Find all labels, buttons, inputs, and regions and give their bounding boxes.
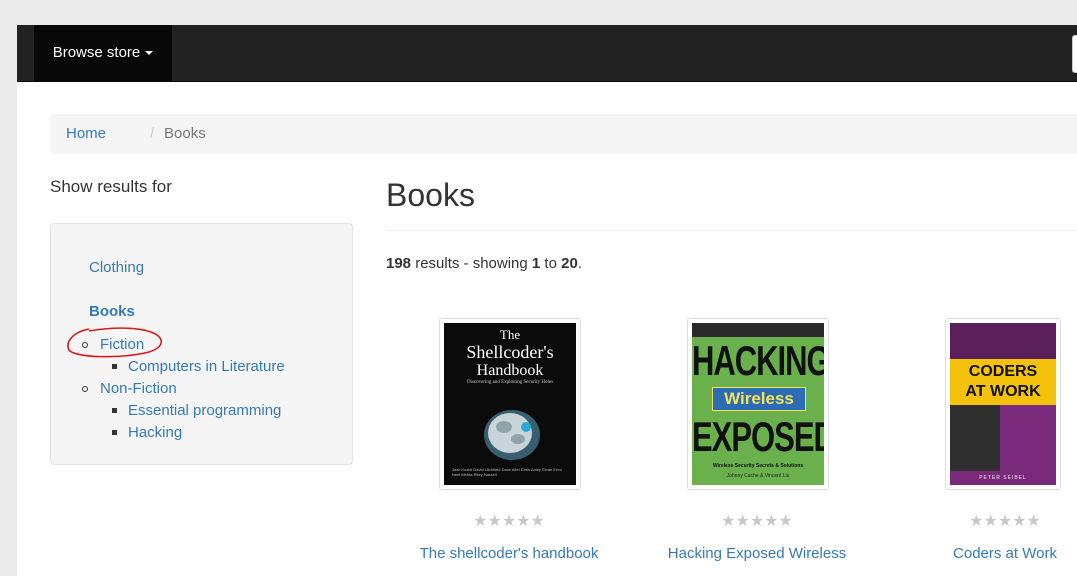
category-link-computers-in-literature[interactable]: Computers in Literature	[128, 358, 285, 375]
product-cover-link[interactable]: CODERS AT WORK PETER SEIBEL	[945, 318, 1061, 490]
breadcrumb-current: Books	[164, 125, 206, 142]
product-title-link[interactable]: Coders at Work	[880, 545, 1077, 562]
product-card: CODERS AT WORK PETER SEIBEL ★★★★★ Coders…	[880, 318, 1077, 576]
sidebar-title: Show results for	[50, 177, 172, 196]
product-cover-link[interactable]: The Shellcoder's Handbook Discovering an…	[439, 318, 581, 490]
circle-bullet-icon	[82, 386, 88, 392]
result-text-1: results - showing	[411, 255, 532, 272]
cover-line-1: The	[499, 327, 521, 342]
cover-word-1: HACKING	[692, 337, 824, 385]
browse-store-label: Browse store	[52, 44, 141, 61]
result-text-3: .	[577, 255, 582, 272]
result-to: 20	[561, 255, 578, 272]
top-navbar: Browse store	[17, 25, 1077, 82]
breadcrumb-home-link[interactable]: Home	[66, 114, 106, 154]
book-cover-image: HACKING Wireless EXPOSED Wireless Securi…	[692, 323, 824, 485]
product-cover-link[interactable]: HACKING Wireless EXPOSED Wireless Securi…	[687, 318, 829, 490]
rating-stars: ★★★★★	[721, 513, 793, 530]
result-summary: 198 results - showing 1 to 20.	[386, 255, 582, 272]
rating-stars: ★★★★★	[969, 513, 1041, 530]
category-link-hacking[interactable]: Hacking	[128, 424, 182, 441]
category-link-clothing[interactable]: Clothing	[89, 259, 144, 276]
circle-bullet-icon	[82, 342, 88, 348]
cover-authors: Johnny Cache & Vincent Liu	[726, 473, 790, 479]
cover-subtitle: Discovering and Exploiting Security Hole…	[466, 380, 554, 385]
book-cover-image: The Shellcoder's Handbook Discovering an…	[444, 323, 576, 485]
cover-line-2: AT WORK	[965, 383, 1041, 400]
result-text-2: to	[540, 255, 562, 272]
book-cover-image: CODERS AT WORK PETER SEIBEL	[950, 323, 1056, 485]
cover-line-3: Handbook	[476, 362, 544, 379]
category-link-fiction[interactable]: Fiction	[100, 336, 144, 353]
product-card: The Shellcoder's Handbook Discovering an…	[384, 318, 634, 576]
navbar-search-edge[interactable]	[1072, 35, 1077, 73]
breadcrumb-separator: /	[150, 125, 155, 142]
category-link-non-fiction[interactable]: Non-Fiction	[100, 380, 177, 397]
page: Browse store Home / Books Show results f…	[17, 25, 1077, 576]
square-bullet-icon	[112, 430, 117, 435]
cover-author: PETER SEIBEL	[979, 475, 1027, 481]
category-link-books[interactable]: Books	[89, 303, 135, 320]
cover-subtitle: Wireless Security Secrets & Solutions	[712, 463, 804, 469]
cover-authors: Jack Koziol David Litchfield Dave Aitel …	[452, 467, 562, 477]
page-title: Books	[386, 177, 475, 213]
square-bullet-icon	[112, 408, 117, 413]
category-link-essential-programming[interactable]: Essential programming	[128, 402, 281, 419]
rating-stars: ★★★★★	[473, 513, 545, 530]
square-bullet-icon	[112, 364, 117, 369]
cover-line-1: CODERS	[968, 363, 1038, 380]
cover-word-2: Wireless	[712, 387, 806, 411]
cover-line-2: Shellcoder's	[466, 342, 554, 362]
breadcrumb: Home / Books	[50, 114, 1077, 154]
browse-store-dropdown[interactable]: Browse store	[34, 25, 172, 81]
caret-down-icon	[145, 51, 154, 56]
result-from: 1	[531, 255, 541, 272]
product-title-link[interactable]: The shellcoder's handbook	[384, 545, 634, 562]
result-total: 198	[386, 255, 412, 272]
product-title-link[interactable]: Hacking Exposed Wireless	[632, 545, 882, 562]
title-divider	[386, 230, 1077, 231]
cover-word-3: EXPOSED	[692, 413, 824, 461]
product-card: HACKING Wireless EXPOSED Wireless Securi…	[632, 318, 882, 576]
category-panel: Clothing Books Fiction Computers in Lite…	[50, 223, 353, 465]
